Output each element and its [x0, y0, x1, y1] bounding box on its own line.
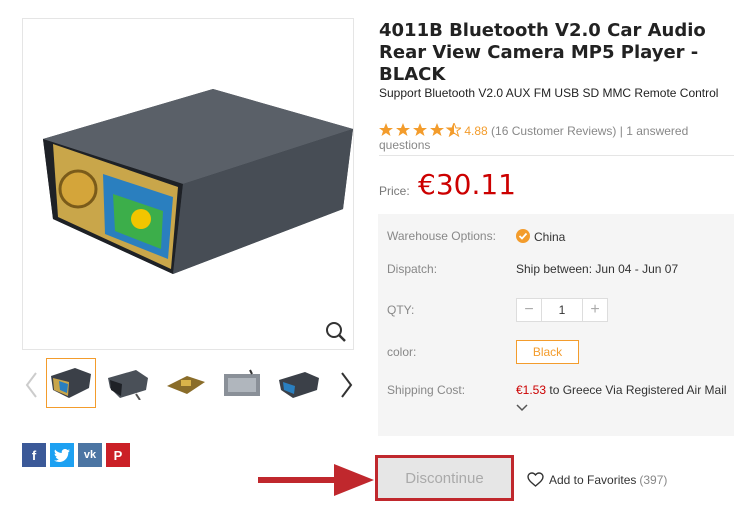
options-panel: Warehouse Options: China Dispatch: Ship … [378, 214, 734, 436]
thumbnail-next-arrow[interactable] [336, 370, 356, 400]
thumbnail-5[interactable] [274, 358, 324, 408]
quantity-stepper: − + [516, 298, 608, 322]
vk-icon[interactable]: vk [78, 443, 102, 467]
chevron-down-icon[interactable] [516, 404, 528, 412]
divider [379, 155, 734, 156]
car-stereo-image [43, 89, 353, 274]
color-label: color: [387, 345, 417, 359]
shipping-info: €1.53 to Greece Via Registered Air Mail [516, 383, 727, 397]
check-icon [516, 229, 530, 243]
rating-separator: | [619, 124, 623, 138]
twitter-bird-icon [54, 448, 70, 462]
price-label: Price: [379, 184, 410, 198]
thumbnail-2[interactable] [103, 358, 153, 408]
thumbnail-4[interactable] [217, 358, 267, 408]
thumbnail-image [224, 369, 260, 396]
rating-stars-icon [379, 123, 461, 137]
facebook-icon[interactable]: f [22, 443, 46, 467]
zoom-icon[interactable] [325, 321, 347, 343]
product-title: 4011B Bluetooth V2.0 Car Audio Rear View… [379, 20, 706, 85]
shipping-cost: €1.53 [516, 383, 547, 397]
thumbnail-image [279, 372, 319, 398]
thumbnail-3[interactable] [160, 358, 210, 408]
color-option-black[interactable]: Black [516, 340, 579, 364]
heart-icon [527, 472, 544, 487]
warehouse-label: Warehouse Options: [387, 229, 496, 243]
add-to-favorites[interactable]: Add to Favorites (397) [527, 472, 667, 487]
thumbnail-1[interactable] [46, 358, 96, 408]
rating-row: 4.88 (16 Customer Reviews) | 1 answered … [379, 123, 719, 152]
pinterest-icon[interactable]: P [106, 443, 130, 467]
qty-plus-button[interactable]: + [583, 299, 607, 321]
main-product-image[interactable] [22, 18, 354, 350]
thumbnail-image [108, 370, 148, 400]
dispatch-label: Dispatch: [387, 262, 438, 276]
favorites-count: (397) [639, 472, 668, 487]
thumbnail-prev-arrow[interactable] [22, 370, 42, 400]
thumbnail-image [51, 368, 91, 398]
favorites-label: Add to Favorites [549, 472, 637, 487]
reviews-link[interactable]: (16 Customer Reviews) [491, 124, 616, 138]
thumbnail-image [167, 376, 205, 394]
thumbnail-strip [22, 358, 358, 414]
warehouse-value: China [534, 230, 566, 244]
product-price: €30.11 [418, 168, 516, 201]
twitter-icon[interactable] [50, 443, 74, 467]
social-share: f vk P [22, 443, 130, 467]
discontinue-button[interactable]: Discontinue [378, 458, 511, 498]
warehouse-option[interactable]: China [516, 229, 565, 244]
dispatch-value: Ship between: Jun 04 - Jun 07 [516, 262, 679, 276]
annotation-arrow-icon [258, 464, 374, 496]
shipping-label: Shipping Cost: [387, 383, 466, 397]
qty-minus-button[interactable]: − [517, 299, 541, 321]
product-subtitle: Support Bluetooth V2.0 AUX FM USB SD MMC… [379, 86, 719, 100]
qty-input[interactable] [541, 299, 583, 321]
shipping-method: to Greece Via Registered Air Mail [546, 383, 727, 397]
rating-value: 4.88 [464, 124, 488, 138]
qty-label: QTY: [387, 303, 415, 317]
